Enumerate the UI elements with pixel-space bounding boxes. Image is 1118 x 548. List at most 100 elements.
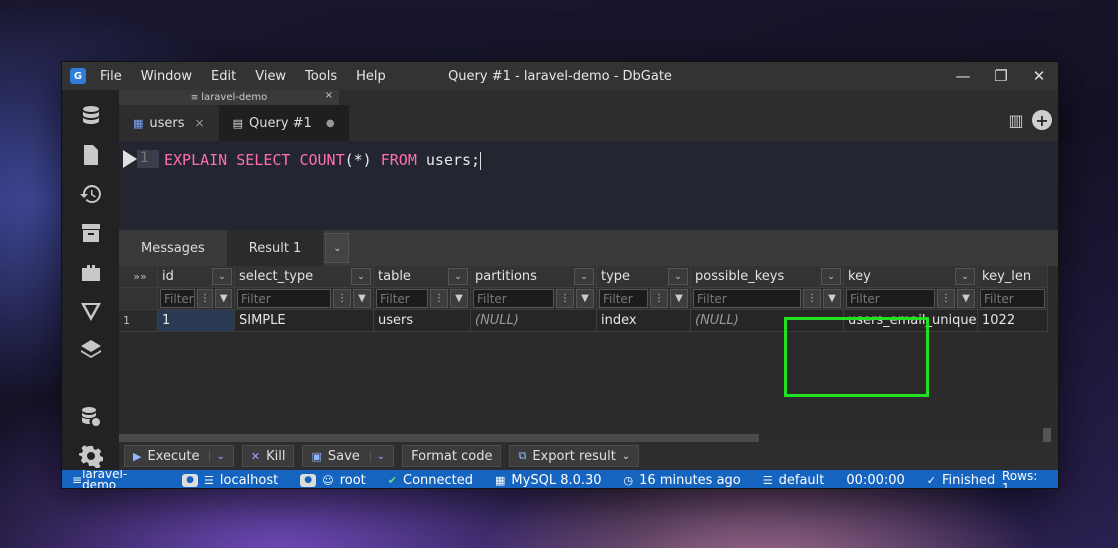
cell-id[interactable]: 1 bbox=[158, 310, 235, 332]
kebab-icon[interactable]: ⋮ bbox=[333, 289, 351, 308]
format-code-button[interactable]: Format code bbox=[402, 445, 502, 467]
sql-editor[interactable]: 1 EXPLAIN SELECT COUNT(*) FROM users; bbox=[119, 141, 1058, 230]
chevron-down-icon[interactable]: ⌄ bbox=[448, 268, 468, 285]
filter-key-len[interactable]: Filter bbox=[978, 288, 1048, 310]
table-row[interactable]: 1 1 SIMPLE users (NULL) index (NULL) use… bbox=[119, 310, 1048, 332]
filter-type[interactable]: Filter ⋮ ▼ bbox=[597, 288, 691, 310]
minimize-icon[interactable]: — bbox=[944, 62, 982, 90]
archive-icon[interactable] bbox=[77, 219, 105, 246]
split-view-icon[interactable]: ▥ bbox=[1006, 110, 1026, 130]
scrollbar-thumb[interactable] bbox=[119, 434, 759, 442]
close-icon[interactable]: ✕ bbox=[1020, 62, 1058, 90]
filter-input[interactable]: Filter bbox=[376, 289, 428, 308]
column-header-type[interactable]: type ⌄ bbox=[597, 266, 691, 288]
status-schema[interactable]: ☰ default bbox=[763, 473, 825, 488]
chevron-down-icon[interactable]: ⌄ bbox=[668, 268, 688, 285]
tab-query[interactable]: ▤ Query #1 ● bbox=[218, 105, 349, 141]
cell-key[interactable]: users_email_unique bbox=[844, 310, 978, 332]
chevron-down-icon[interactable]: ⌄ bbox=[351, 268, 371, 285]
funnel-icon[interactable]: ▼ bbox=[450, 289, 468, 308]
column-header-id[interactable]: id ⌄ bbox=[158, 266, 235, 288]
execute-button[interactable]: ▶ Execute ⌄ bbox=[124, 445, 234, 467]
chevron-down-icon[interactable]: ⌄ bbox=[212, 268, 232, 285]
filter-key[interactable]: Filter ⋮ ▼ bbox=[844, 288, 978, 310]
filter-partitions[interactable]: Filter ⋮ ▼ bbox=[471, 288, 597, 310]
close-icon[interactable]: × bbox=[195, 116, 205, 130]
column-header-table[interactable]: table ⌄ bbox=[374, 266, 471, 288]
filter-select-type[interactable]: Filter ⋮ ▼ bbox=[235, 288, 374, 310]
filter-input[interactable]: Filter bbox=[599, 289, 648, 308]
connection-tab[interactable]: ≡ laravel-demo × bbox=[119, 90, 339, 105]
column-header-partitions[interactable]: partitions ⌄ bbox=[471, 266, 597, 288]
filter-input[interactable]: Filter bbox=[473, 289, 554, 308]
status-server[interactable]: ● ☰ localhost bbox=[182, 473, 278, 488]
chevron-down-icon[interactable]: ⌄ bbox=[955, 268, 975, 285]
filter-triangle-icon[interactable] bbox=[77, 298, 105, 325]
funnel-icon[interactable]: ▼ bbox=[215, 289, 232, 308]
export-result-button[interactable]: ⧉ Export result ⌄ bbox=[509, 445, 640, 467]
kebab-icon[interactable]: ⋮ bbox=[650, 289, 668, 308]
column-header-select-type[interactable]: select_type ⌄ bbox=[235, 266, 374, 288]
cell-select-type[interactable]: SIMPLE bbox=[235, 310, 374, 332]
cell-partitions[interactable]: (NULL) bbox=[471, 310, 597, 332]
horizontal-scrollbar[interactable] bbox=[119, 428, 1051, 442]
database-icon[interactable] bbox=[77, 102, 105, 129]
cell-key-len[interactable]: 1022 bbox=[978, 310, 1048, 332]
tab-result-1[interactable]: Result 1 bbox=[226, 230, 324, 266]
tab-messages[interactable]: Messages bbox=[119, 230, 227, 266]
menu-file[interactable]: File bbox=[100, 69, 122, 84]
filter-input[interactable]: Filter bbox=[160, 289, 195, 308]
gear-icon[interactable] bbox=[77, 443, 105, 470]
history-icon[interactable] bbox=[77, 180, 105, 207]
funnel-icon[interactable]: ▼ bbox=[823, 289, 841, 308]
menu-help[interactable]: Help bbox=[356, 69, 386, 84]
close-icon[interactable]: × bbox=[325, 90, 333, 101]
menu-edit[interactable]: Edit bbox=[211, 69, 236, 84]
tab-users[interactable]: ▦ users × bbox=[119, 105, 219, 141]
funnel-icon[interactable]: ▼ bbox=[353, 289, 371, 308]
column-header-key[interactable]: key ⌄ bbox=[844, 266, 978, 288]
save-button[interactable]: ▣ Save ⌄ bbox=[302, 445, 395, 467]
kebab-icon[interactable]: ⋮ bbox=[556, 289, 574, 308]
funnel-icon[interactable]: ▼ bbox=[957, 289, 975, 308]
restore-icon[interactable]: ❐ bbox=[982, 62, 1020, 90]
filter-input[interactable]: Filter bbox=[980, 289, 1045, 308]
kill-button[interactable]: ✕ Kill bbox=[241, 445, 295, 467]
cell-type[interactable]: index bbox=[597, 310, 691, 332]
kebab-icon[interactable]: ⋮ bbox=[196, 289, 214, 308]
filter-possible-keys[interactable]: Filter ⋮ ▼ bbox=[691, 288, 844, 310]
chevron-down-icon[interactable]: ⌄ bbox=[821, 268, 841, 285]
cell-possible-keys[interactable]: (NULL) bbox=[691, 310, 844, 332]
sql-code[interactable]: EXPLAIN SELECT COUNT(*) FROM users; bbox=[164, 151, 482, 170]
chevron-down-icon[interactable]: ⌄ bbox=[325, 233, 350, 263]
filter-input[interactable]: Filter bbox=[846, 289, 935, 308]
cell-table[interactable]: users bbox=[374, 310, 471, 332]
column-header-possible-keys[interactable]: possible_keys ⌄ bbox=[691, 266, 844, 288]
kebab-icon[interactable]: ⋮ bbox=[430, 289, 448, 308]
filter-table[interactable]: Filter ⋮ ▼ bbox=[374, 288, 471, 310]
filter-id[interactable]: Filter ⋮ ▼ bbox=[158, 288, 235, 310]
chevron-down-icon[interactable]: ⌄ bbox=[209, 450, 225, 462]
layers-icon[interactable] bbox=[77, 337, 105, 364]
menu-tools[interactable]: Tools bbox=[305, 69, 337, 84]
funnel-icon[interactable]: ▼ bbox=[576, 289, 594, 308]
kebab-icon[interactable]: ⋮ bbox=[937, 289, 955, 308]
funnel-icon[interactable]: ▼ bbox=[670, 289, 688, 308]
unsaved-dot-icon[interactable]: ● bbox=[326, 118, 335, 129]
kebab-icon[interactable]: ⋮ bbox=[803, 289, 821, 308]
status-user[interactable]: ● ☺ root bbox=[300, 473, 366, 488]
row-number[interactable]: 1 bbox=[119, 310, 158, 332]
menu-view[interactable]: View bbox=[255, 69, 286, 84]
run-line-icon[interactable] bbox=[123, 150, 137, 168]
filter-input[interactable]: Filter bbox=[693, 289, 801, 308]
column-header-key-len[interactable]: key_len bbox=[978, 266, 1048, 288]
database-eye-icon[interactable] bbox=[77, 404, 105, 431]
add-tab-icon[interactable]: + bbox=[1032, 110, 1052, 130]
select-all-icon[interactable]: »» bbox=[119, 266, 158, 288]
plugin-icon[interactable] bbox=[77, 258, 105, 285]
menu-window[interactable]: Window bbox=[141, 69, 192, 84]
chevron-down-icon[interactable]: ⌄ bbox=[369, 450, 385, 462]
chevron-down-icon[interactable]: ⌄ bbox=[574, 268, 594, 285]
status-database[interactable]: ≡ laravel-demo bbox=[72, 470, 132, 488]
filter-input[interactable]: Filter bbox=[237, 289, 331, 308]
